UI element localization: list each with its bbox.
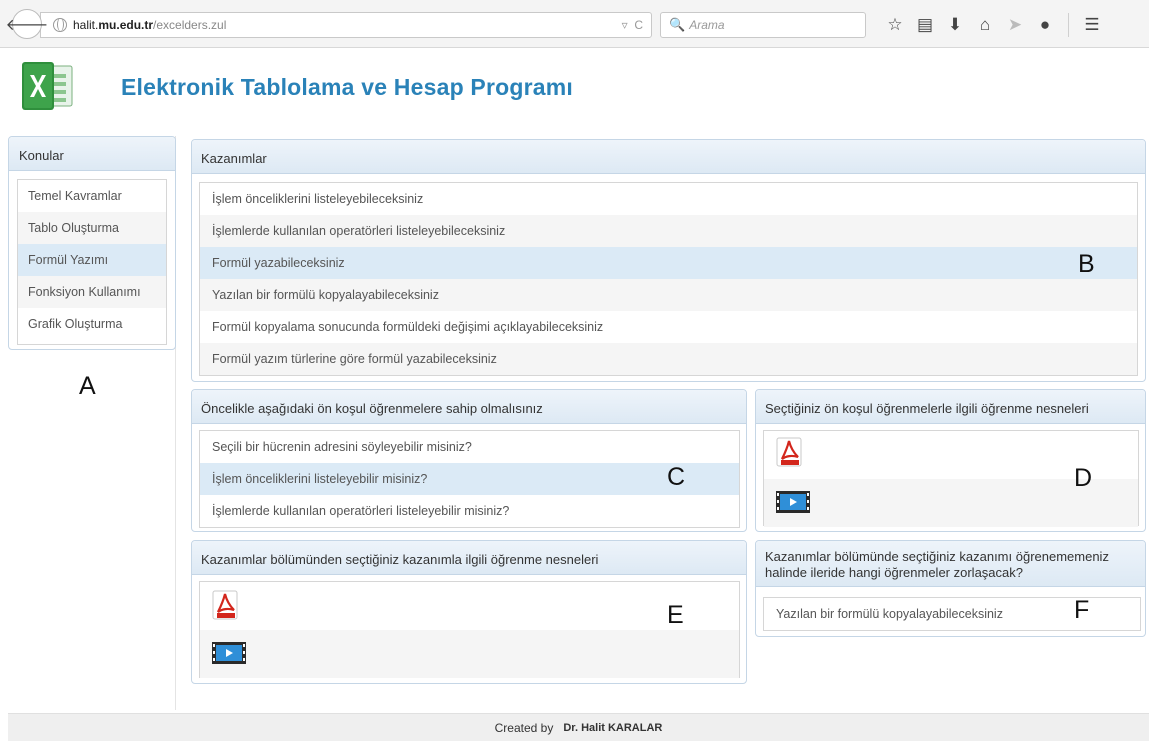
sidebar: Konular Temel Kavramlar Tablo Oluşturma … — [8, 136, 176, 710]
sidebar-item-temel-kavramlar[interactable]: Temel Kavramlar — [18, 180, 166, 212]
prereq-objects-header: Seçtiğiniz ön koşul öğrenmelerle ilgili … — [756, 390, 1145, 424]
toolbar-icons: ☆ ▤ ⬇ ⌂ ➤ ● ☰ — [880, 12, 1107, 38]
future-difficulty-header: Kazanımlar bölümünde seçtiğiniz kazanımı… — [756, 541, 1145, 587]
kazanim-item[interactable]: İşlem önceliklerini listeleyebileceksini… — [200, 183, 1137, 215]
menu-icon[interactable]: ☰ — [1077, 12, 1107, 38]
chat-icon[interactable]: ● — [1030, 12, 1060, 38]
marker-c: C — [667, 463, 686, 491]
marker-e: E — [667, 601, 684, 629]
learning-objects-header: Kazanımlar bölümünden seçtiğiniz kazanım… — [192, 541, 746, 575]
excel-logo-icon — [22, 62, 73, 110]
reload-icon[interactable]: ▿ C — [622, 18, 643, 32]
kazanimlar-panel: Kazanımlar İşlem önceliklerini listeleye… — [191, 139, 1146, 382]
prerequisites-list: Seçili bir hücrenin adresini söyleyebili… — [199, 430, 740, 528]
footer-created-by: Created by — [494, 720, 554, 735]
marker-f: F — [1074, 596, 1090, 624]
topics-header: Konular — [9, 137, 175, 171]
sidebar-item-grafik-olusturma[interactable]: Grafik Oluşturma — [18, 308, 166, 340]
marker-a: A — [79, 372, 96, 400]
marker-b: B — [1078, 250, 1095, 278]
pdf-icon[interactable] — [212, 590, 240, 620]
prerequisites-header: Öncelikle aşağıdaki ön koşul öğrenmelere… — [192, 390, 746, 424]
url-host-prefix: halit. — [73, 18, 99, 32]
video-icon[interactable] — [212, 642, 246, 664]
back-arrow-icon: 🡐 — [5, 16, 49, 34]
object-row — [200, 582, 739, 630]
kazanim-item[interactable]: Formül kopyalama sonucunda formüldeki de… — [200, 311, 1137, 343]
download-icon[interactable]: ⬇ — [940, 12, 970, 38]
prerequisites-panel: Öncelikle aşağıdaki ön koşul öğrenmelere… — [191, 389, 747, 532]
kazanimlar-list: İşlem önceliklerini listeleyebileceksini… — [199, 182, 1138, 376]
kazanimlar-header: Kazanımlar — [192, 140, 1145, 174]
topics-list: Temel Kavramlar Tablo Oluşturma Formül Y… — [17, 179, 167, 345]
kazanim-item[interactable]: Formül yazım türlerine göre formül yazab… — [200, 343, 1137, 375]
kazanim-item[interactable]: Yazılan bir formülü kopyalayabileceksini… — [200, 279, 1137, 311]
prerequisite-item[interactable]: İşlemlerde kullanılan operatörleri liste… — [200, 495, 739, 527]
toolbar-divider — [1068, 13, 1069, 37]
topics-panel: Konular Temel Kavramlar Tablo Oluşturma … — [8, 136, 176, 350]
marker-d: D — [1074, 464, 1093, 492]
home-icon[interactable]: ⌂ — [970, 12, 1000, 38]
kazanim-item[interactable]: İşlemlerde kullanılan operatörleri liste… — [200, 215, 1137, 247]
learning-objects-panel: Kazanımlar bölümünden seçtiğiniz kazanım… — [191, 540, 747, 684]
address-bar[interactable]: halit. mu.edu.tr/excelders.zul ▿ C — [40, 12, 652, 38]
kazanim-item[interactable]: Formül yazabileceksiniz — [200, 247, 1137, 279]
object-row — [200, 630, 739, 678]
search-input[interactable]: 🔍 Arama — [660, 12, 866, 38]
pdf-icon[interactable] — [776, 437, 804, 467]
url-path: /excelders.zul — [153, 18, 227, 32]
send-icon[interactable]: ➤ — [1000, 12, 1030, 38]
video-icon[interactable] — [776, 491, 810, 513]
learning-objects-list — [199, 581, 740, 678]
footer: Created by Dr. Halit KARALAR — [8, 713, 1149, 741]
browser-toolbar: halit. mu.edu.tr/excelders.zul ▿ C 🡐 🔍 Ar… — [0, 0, 1149, 48]
prereq-objects-panel: Seçtiğiniz ön koşul öğrenmelerle ilgili … — [755, 389, 1146, 532]
prerequisite-item[interactable]: Seçili bir hücrenin adresini söyleyebili… — [200, 431, 739, 463]
footer-author: Dr. Halit KARALAR — [563, 721, 663, 734]
sidebar-item-fonksiyon-kullanimi[interactable]: Fonksiyon Kullanımı — [18, 276, 166, 308]
page-title: Elektronik Tablolama ve Hesap Programı — [121, 74, 574, 100]
url-host-domain: mu.edu.tr — [98, 18, 154, 32]
bookmark-star-icon[interactable]: ☆ — [880, 12, 910, 38]
reading-list-icon[interactable]: ▤ — [910, 12, 940, 38]
sidebar-item-tablo-olusturma[interactable]: Tablo Oluşturma — [18, 212, 166, 244]
prerequisite-item[interactable]: İşlem önceliklerini listeleyebilir misin… — [200, 463, 739, 495]
search-icon: 🔍 — [669, 17, 686, 32]
search-placeholder: Arama — [689, 18, 725, 32]
future-difficulty-panel: Kazanımlar bölümünde seçtiğiniz kazanımı… — [755, 540, 1146, 637]
globe-icon — [53, 18, 67, 32]
sidebar-item-formul-yazimi[interactable]: Formül Yazımı — [18, 244, 166, 276]
back-button[interactable]: 🡐 — [6, 9, 48, 39]
